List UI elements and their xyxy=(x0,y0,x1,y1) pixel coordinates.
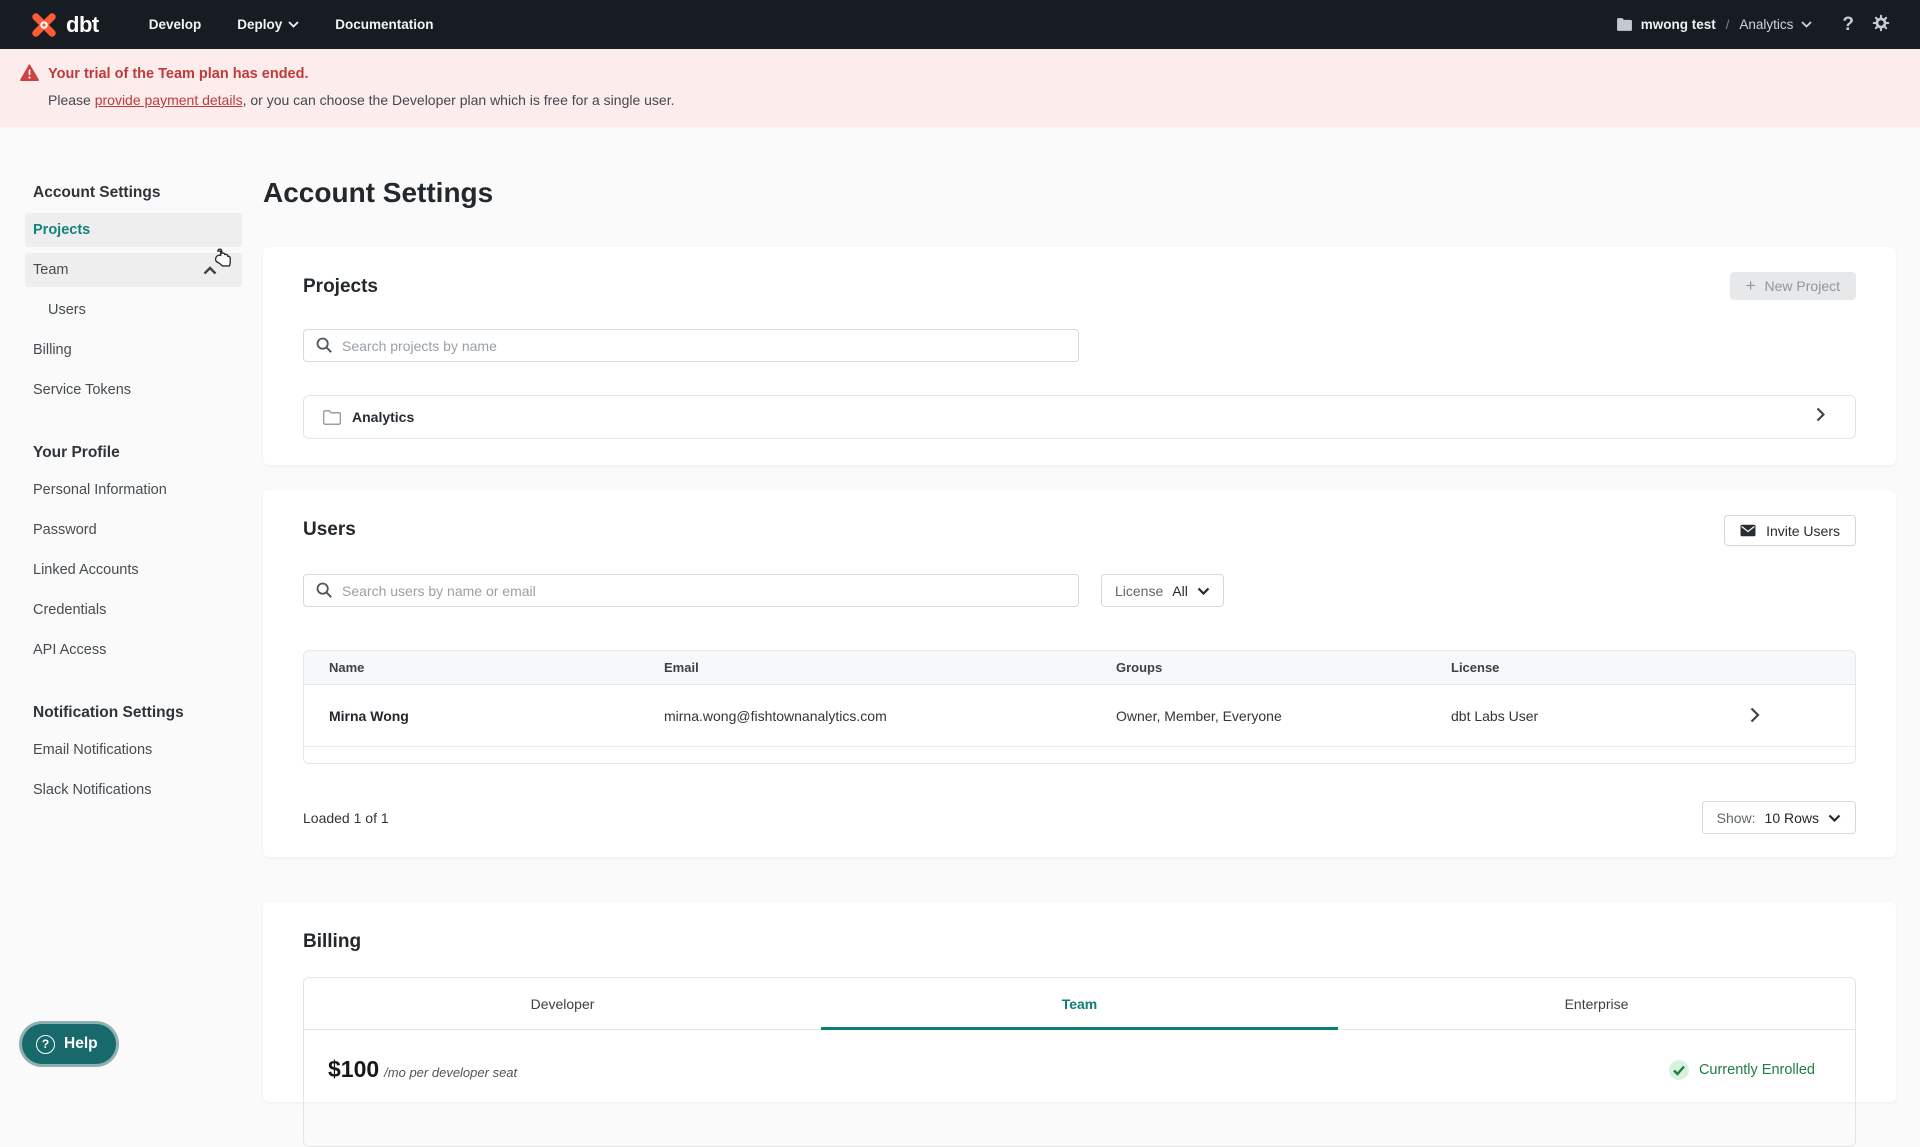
price-amount: $100 xyxy=(328,1056,380,1082)
sidebar-item-password[interactable]: Password xyxy=(25,513,242,547)
question-icon: ? xyxy=(36,1034,55,1054)
trial-ended-banner: Your trial of the Team plan has ended. P… xyxy=(0,49,1920,127)
payment-details-link[interactable]: provide payment details xyxy=(95,92,243,108)
sidebar-item-credentials[interactable]: Credentials xyxy=(25,593,242,627)
users-table: Name Email Groups License Mirna Wong mir… xyxy=(303,650,1856,764)
chevron-down-icon xyxy=(1828,814,1841,822)
search-icon xyxy=(315,336,333,359)
invite-users-button[interactable]: Invite Users xyxy=(1724,515,1856,546)
users-footer: Loaded 1 of 1 Show: 10 Rows xyxy=(303,801,1856,834)
sidebar-item-personal-information[interactable]: Personal Information xyxy=(25,473,242,507)
projects-search-input[interactable] xyxy=(303,329,1079,362)
banner-title: Your trial of the Team plan has ended. xyxy=(48,66,309,82)
billing-heading: Billing xyxy=(303,931,362,952)
check-circle-icon xyxy=(1668,1059,1689,1080)
sidebar-heading-notification-settings: Notification Settings xyxy=(33,704,184,721)
tab-enterprise[interactable]: Enterprise xyxy=(1338,978,1855,1029)
sidebar-item-linked-accounts[interactable]: Linked Accounts xyxy=(25,553,242,587)
price-suffix: /mo per developer seat xyxy=(384,1065,518,1080)
sidebar: Account Settings Projects Team Users Bil… xyxy=(25,173,242,813)
billing-section: Billing Developer Team Enterprise $100 /… xyxy=(263,902,1896,1147)
billing-tabs: Developer Team Enterprise xyxy=(304,978,1855,1030)
chevron-right-icon xyxy=(1816,407,1826,427)
tab-developer[interactable]: Developer xyxy=(304,978,821,1029)
sidebar-item-email-notifications[interactable]: Email Notifications xyxy=(25,733,242,767)
plan-price: $100 /mo per developer seat xyxy=(328,1056,517,1083)
user-license: dbt Labs User xyxy=(1451,707,1539,724)
project-row-analytics[interactable]: Analytics xyxy=(303,395,1856,439)
projects-section: Projects + New Project Analytics xyxy=(263,247,1896,465)
projects-heading: Projects xyxy=(303,276,378,297)
sidebar-item-api-access[interactable]: API Access xyxy=(25,633,242,667)
help-button[interactable]: ? Help xyxy=(22,1024,116,1064)
nav-links: Develop Deploy Documentation xyxy=(149,17,434,32)
sidebar-item-slack-notifications[interactable]: Slack Notifications xyxy=(25,773,242,807)
loaded-count: Loaded 1 of 1 xyxy=(303,809,389,826)
user-groups: Owner, Member, Everyone xyxy=(1116,707,1282,724)
dbt-logo-icon xyxy=(32,12,56,37)
billing-plan-details: $100 /mo per developer seat Currently En… xyxy=(304,1030,1855,1083)
tab-team[interactable]: Team xyxy=(821,978,1338,1030)
billing-plans: Developer Team Enterprise $100 /mo per d… xyxy=(303,977,1856,1147)
warning-icon xyxy=(20,64,39,86)
envelope-icon xyxy=(1740,524,1756,537)
breadcrumb-separator: / xyxy=(1725,17,1730,32)
brand-text: dbt xyxy=(66,11,99,37)
new-project-button[interactable]: + New Project xyxy=(1729,272,1856,300)
column-groups: Groups xyxy=(1116,660,1163,675)
sidebar-item-service-tokens[interactable]: Service Tokens xyxy=(25,373,242,407)
account-name: mwong test xyxy=(1640,17,1716,32)
sidebar-heading-your-profile: Your Profile xyxy=(33,444,120,461)
project-name: Analytics xyxy=(352,409,415,425)
column-name: Name xyxy=(329,660,365,675)
users-search-input[interactable] xyxy=(303,574,1079,607)
project-name: Analytics xyxy=(1739,17,1794,32)
mouse-cursor xyxy=(214,247,238,277)
sidebar-item-billing[interactable]: Billing xyxy=(25,333,242,367)
banner-body: Please provide payment details, or you c… xyxy=(48,92,675,108)
nav-develop[interactable]: Develop xyxy=(149,17,202,32)
folder-icon xyxy=(322,409,342,425)
sidebar-item-team[interactable]: Team xyxy=(25,253,242,287)
folder-icon xyxy=(1616,18,1632,31)
show-rows-dropdown[interactable]: Show: 10 Rows xyxy=(1701,801,1856,834)
top-nav: dbt Develop Deploy Documentation mwong t… xyxy=(0,0,1920,49)
users-filters: License All xyxy=(303,574,1856,607)
nav-documentation[interactable]: Documentation xyxy=(335,17,433,32)
help-icon[interactable]: ? xyxy=(1842,14,1854,36)
user-name: Mirna Wong xyxy=(329,707,409,724)
chevron-right-icon xyxy=(1750,707,1760,728)
gear-icon[interactable] xyxy=(1872,14,1890,35)
user-row[interactable]: Mirna Wong mirna.wong@fishtownanalytics.… xyxy=(304,685,1855,747)
sidebar-heading-account-settings: Account Settings xyxy=(33,184,161,201)
users-heading: Users xyxy=(303,519,356,540)
enrolled-status: Currently Enrolled xyxy=(1668,1059,1815,1081)
users-search xyxy=(303,574,1079,607)
chevron-down-icon xyxy=(1801,21,1813,28)
projects-search xyxy=(303,329,1079,362)
column-email: Email xyxy=(664,660,699,675)
nav-right: mwong test / Analytics ? xyxy=(1616,14,1890,36)
account-switcher[interactable]: mwong test / Analytics xyxy=(1616,17,1813,32)
users-table-header: Name Email Groups License xyxy=(304,651,1855,685)
plus-icon: + xyxy=(1745,276,1756,295)
license-filter[interactable]: License All xyxy=(1101,574,1224,607)
user-email: mirna.wong@fishtownanalytics.com xyxy=(664,707,887,724)
users-section: Users Invite Users License All Name Emai… xyxy=(263,490,1896,857)
sidebar-item-users[interactable]: Users xyxy=(25,293,242,327)
column-license: License xyxy=(1451,660,1500,675)
chevron-down-icon xyxy=(1197,587,1210,595)
chevron-down-icon xyxy=(288,21,299,28)
page-title: Account Settings xyxy=(263,177,494,208)
sidebar-item-projects[interactable]: Projects xyxy=(25,213,242,247)
nav-deploy[interactable]: Deploy xyxy=(237,17,299,32)
search-icon xyxy=(315,581,333,604)
dbt-logo[interactable]: dbt xyxy=(29,10,99,40)
